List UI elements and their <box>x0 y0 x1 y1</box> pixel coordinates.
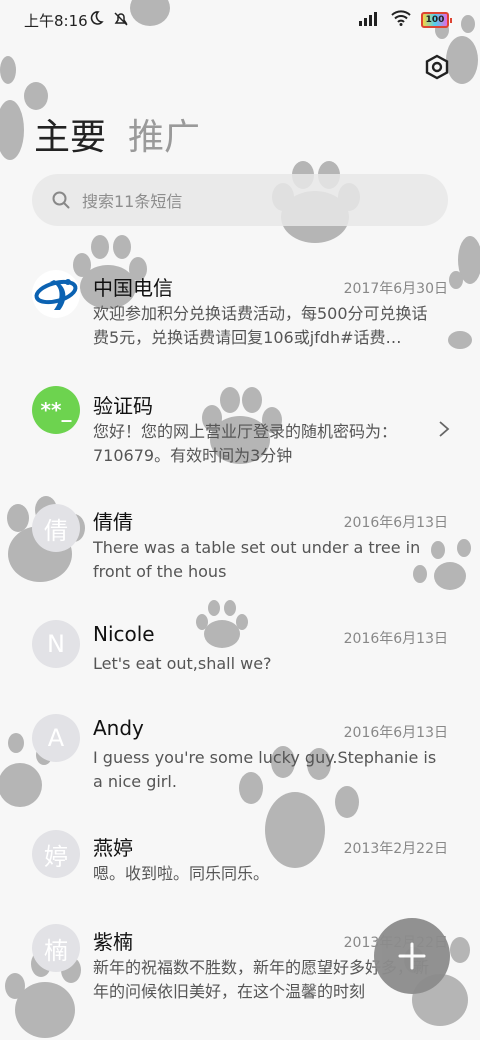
new-message-button[interactable] <box>374 918 450 994</box>
message-preview: 您好！您的网上营业厅登录的随机密码为：710679。有效时间为3分钟 <box>93 422 398 465</box>
tab-bar: 主要 推广 <box>34 108 200 160</box>
settings-icon[interactable] <box>424 54 450 80</box>
conversation-item[interactable]: 倩 倩倩 2016年6月13日 There was a table set ou… <box>0 496 480 596</box>
message-date: 2016年6月13日 <box>343 725 448 741</box>
search-placeholder: 搜索11条短信 <box>82 192 183 211</box>
conversation-item[interactable]: 中国电信 2017年6月30日 欢迎参加积分兑换话费活动，每500分可兑换话费5… <box>0 262 480 362</box>
tab-main[interactable]: 主要 <box>34 108 106 160</box>
letter-avatar: A <box>32 714 80 762</box>
letter-avatar: 楠 <box>32 924 80 972</box>
message-preview: 嗯。收到啦。同乐同乐。 <box>93 864 270 883</box>
message-preview: Let's eat out,shall we? <box>93 654 272 673</box>
battery-icon: 100 <box>421 12 452 28</box>
contact-name: 中国电信 <box>93 276 173 300</box>
moon-icon <box>88 10 104 30</box>
status-time: 上午8:16 <box>24 12 88 30</box>
status-bar: 上午8:16 100 <box>0 0 480 40</box>
telecom-logo-icon <box>32 270 80 318</box>
chevron-right-icon[interactable] <box>438 420 450 442</box>
letter-avatar: 婷 <box>32 830 80 878</box>
letter-avatar: 倩 <box>32 504 80 552</box>
message-date: 2016年6月13日 <box>343 631 448 647</box>
verify-code-avatar: **_ <box>32 386 80 434</box>
contact-name: Nicole <box>93 622 155 646</box>
tab-promo[interactable]: 推广 <box>128 108 200 160</box>
wifi-icon <box>391 10 411 30</box>
contact-name: 燕婷 <box>93 836 133 860</box>
contact-name: 倩倩 <box>93 510 133 534</box>
letter-avatar: N <box>32 620 80 668</box>
signal-icon <box>359 10 381 30</box>
search-icon <box>52 191 70 209</box>
message-preview: 欢迎参加积分兑换话费活动，每500分可兑换话费5元，兑换话费请回复106或jfd… <box>93 304 428 347</box>
conversation-item[interactable]: N Nicole 2016年6月13日 Let's eat out,shall … <box>0 612 480 702</box>
conversation-item[interactable]: **_ 验证码 您好！您的网上营业厅登录的随机密码为：710679。有效时间为3… <box>0 380 480 480</box>
contact-name: 紫楠 <box>93 930 133 954</box>
message-date: 2017年6月30日 <box>343 281 448 297</box>
search-bar[interactable]: 搜索11条短信 <box>32 174 448 226</box>
message-preview: I guess you're some lucky guy.Stephanie … <box>93 748 437 791</box>
conversation-item[interactable]: A Andy 2016年6月13日 I guess you're some lu… <box>0 706 480 806</box>
message-date: 2016年6月13日 <box>343 515 448 531</box>
contact-name: 验证码 <box>93 394 153 418</box>
message-preview: There was a table set out under a tree i… <box>93 538 421 581</box>
plus-icon <box>398 942 426 970</box>
mute-icon <box>112 10 130 32</box>
contact-name: Andy <box>93 716 144 740</box>
conversation-item[interactable]: 婷 燕婷 2013年2月22日 嗯。收到啦。同乐同乐。 <box>0 822 480 912</box>
message-date: 2013年2月22日 <box>343 841 448 857</box>
battery-level: 100 <box>421 12 449 28</box>
